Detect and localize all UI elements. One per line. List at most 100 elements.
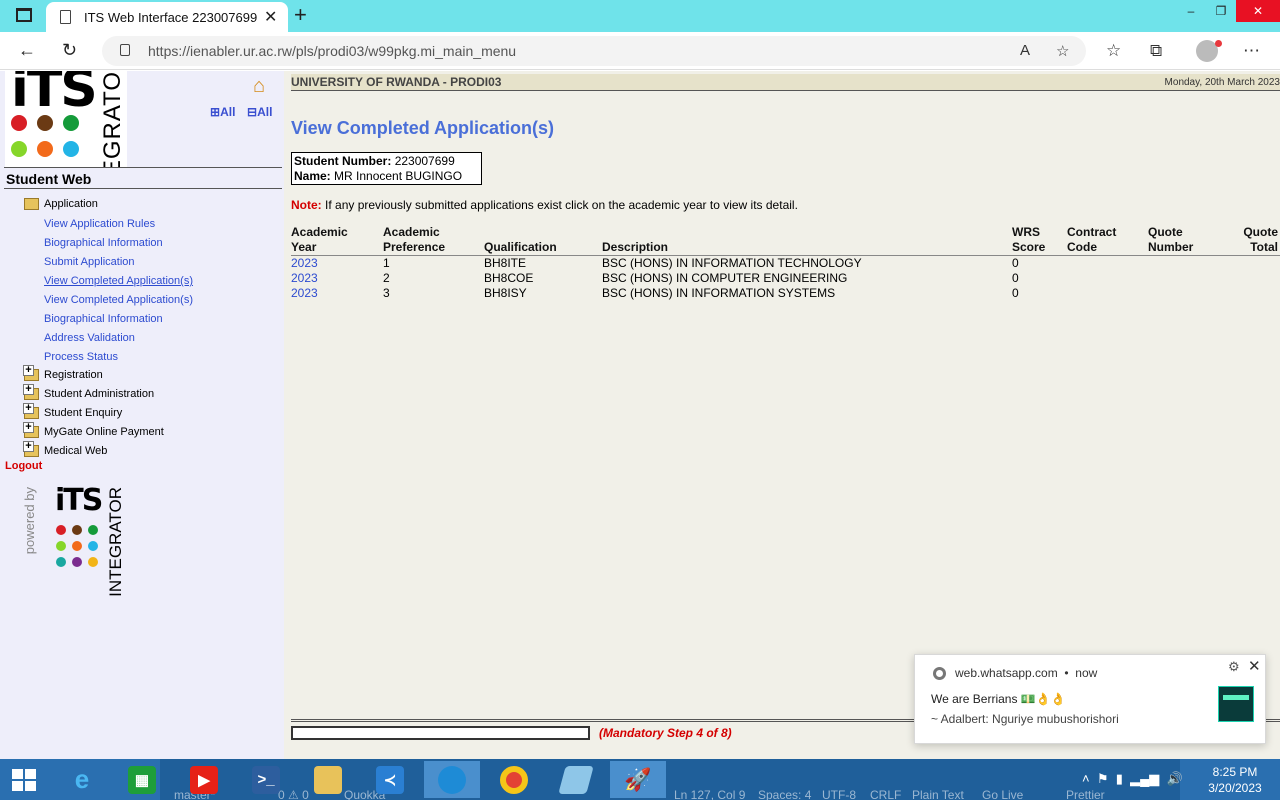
close-window-button[interactable]: ✕ <box>1236 0 1280 22</box>
collapse-all-button[interactable]: ⊟All <box>247 105 272 119</box>
col-description: Description <box>602 240 669 254</box>
powered-by-logo: powered by iTS INTEGRATOR <box>18 483 138 597</box>
minimize-button[interactable]: – <box>1176 0 1206 22</box>
menu-link-biographical-information-2[interactable]: Biographical Information <box>44 313 163 325</box>
col-academic-year: Academic Year <box>291 225 348 254</box>
collections-icon[interactable]: ⧉ <box>1150 41 1162 61</box>
header-date: Monday, 20th March 2023 <box>1164 77 1280 88</box>
closed-folder-icon <box>23 422 39 438</box>
youtube-icon[interactable]: ▶ <box>176 761 232 798</box>
restore-button[interactable]: ❐ <box>1206 0 1236 22</box>
browser-tab[interactable]: ITS Web Interface 223007699 ✕ <box>46 2 288 32</box>
system-tray[interactable]: ˄ ⚑ ▮ ▂▄▆ 🔊 <box>1082 771 1183 787</box>
col-quote-total: Quote Total <box>1243 225 1278 254</box>
edge-icon[interactable] <box>424 761 480 798</box>
taskbar-clock[interactable]: 8:25 PM 3/20/2023 <box>1200 764 1270 796</box>
closed-folder-icon <box>23 403 39 419</box>
menu-section-medical-web[interactable]: Medical Web <box>23 441 107 457</box>
menu-link-view-completed-applications-2[interactable]: View Completed Application(s) <box>44 294 193 306</box>
tab-title: ITS Web Interface 223007699 <box>84 10 258 25</box>
menu-link-view-application-rules[interactable]: View Application Rules <box>44 218 155 230</box>
closed-folder-icon <box>23 384 39 400</box>
favorites-icon[interactable]: ☆ <box>1106 41 1121 61</box>
store-icon[interactable]: ▦ <box>114 761 170 798</box>
mandatory-step-text: (Mandatory Step 4 of 8) <box>599 726 732 740</box>
add-favorite-icon[interactable]: ☆ <box>1056 42 1069 60</box>
address-bar[interactable]: https://ienabler.ur.ac.rw/pls/prodi03/w9… <box>102 36 1086 66</box>
menu-link-address-validation[interactable]: Address Validation <box>44 332 135 344</box>
academic-year-link[interactable]: 2023 <box>291 256 318 270</box>
col-wrs-score: WRS Score <box>1012 225 1046 254</box>
notification-title: We are Berrians 💵👌👌 <box>931 692 1066 706</box>
table-row: 2023 3 BH8ISY BSC (HONS) IN INFORMATION … <box>291 286 1019 300</box>
header-bar: UNIVERSITY OF RWANDA - PRODI03 Monday, 2… <box>291 74 1280 91</box>
menu-link-view-completed-applications[interactable]: View Completed Application(s) <box>44 275 193 287</box>
table-row: 2023 2 BH8COE BSC (HONS) IN COMPUTER ENG… <box>291 271 1019 285</box>
menu-section-application[interactable]: Application <box>24 198 98 210</box>
open-folder-icon <box>24 198 39 210</box>
col-qualification: Qualification <box>484 240 557 254</box>
university-title: UNIVERSITY OF RWANDA - PRODI03 <box>291 75 502 89</box>
sidebar: iTS INTEGRATO ⌂ ⊞All ⊟All Student Web Ap… <box>0 71 284 759</box>
whatsapp-notification[interactable]: web.whatsapp.com • now ⚙ ✕ We are Berria… <box>914 654 1266 744</box>
closed-folder-icon <box>23 365 39 381</box>
menu-section-student-enquiry[interactable]: Student Enquiry <box>23 403 122 419</box>
menu-link-process-status[interactable]: Process Status <box>44 351 118 363</box>
taskbar: master* 0 ⚠ 0 Quokka Ln 127, Col 9 Space… <box>0 759 1280 800</box>
expand-all-button[interactable]: ⊞All <box>210 105 235 119</box>
read-aloud-icon[interactable]: A <box>1020 42 1030 59</box>
notes-app-icon[interactable] <box>548 761 604 798</box>
page-favicon-icon <box>60 10 71 24</box>
tab-actions-icon[interactable] <box>16 8 32 22</box>
rocket-app-icon[interactable]: 🚀 <box>610 761 666 798</box>
close-tab-icon[interactable]: ✕ <box>264 7 277 27</box>
menu-section-student-administration[interactable]: Student Administration <box>23 384 154 400</box>
address-bar-row: ← ↻ https://ienabler.ur.ac.rw/pls/prodi0… <box>0 32 1280 70</box>
browser-icon <box>933 667 946 680</box>
col-quote-number: Quote Number <box>1148 225 1194 254</box>
page-title: View Completed Application(s) <box>291 118 555 138</box>
refresh-icon[interactable]: ↻ <box>62 40 77 61</box>
close-icon[interactable]: ✕ <box>1248 657 1261 675</box>
logo-vertical-text: INTEGRATO <box>99 71 126 167</box>
home-icon[interactable]: ⌂ <box>253 75 265 98</box>
powered-its-letters: iTS <box>55 483 103 518</box>
table-row: 2023 1 BH8ITE BSC (HONS) IN INFORMATION … <box>291 256 1019 270</box>
academic-year-link[interactable]: 2023 <box>291 286 318 300</box>
menu-link-biographical-information[interactable]: Biographical Information <box>44 237 163 249</box>
file-explorer-icon[interactable] <box>300 761 356 798</box>
notification-body: ~ Adalbert: Nguriye mubushorishori <box>931 712 1119 726</box>
notification-source: web.whatsapp.com • now <box>955 666 1098 680</box>
powered-integrator-text: INTEGRATOR <box>106 487 125 597</box>
internet-explorer-icon[interactable]: e <box>54 761 110 798</box>
notification-image <box>1218 686 1254 722</box>
menu-section-mygate-online-payment[interactable]: MyGate Online Payment <box>23 422 164 438</box>
browser-tab-bar: ITS Web Interface 223007699 ✕ + – ❐ ✕ <box>0 0 1280 32</box>
menu-link-submit-application[interactable]: Submit Application <box>44 256 135 268</box>
more-menu-icon[interactable]: ⋯ <box>1243 41 1260 61</box>
academic-year-link[interactable]: 2023 <box>291 271 318 285</box>
sidebar-title: Student Web <box>6 171 92 187</box>
new-tab-button[interactable]: + <box>294 2 307 28</box>
powered-by-text: powered by <box>22 487 37 555</box>
note-text: Note: If any previously submitted applic… <box>291 198 798 212</box>
back-arrow-icon[interactable]: ← <box>18 40 36 61</box>
its-integrator-logo: iTS INTEGRATO <box>5 71 127 167</box>
gear-icon[interactable]: ⚙ <box>1228 659 1240 675</box>
student-info-box: Student Number: 223007699 Name: MR Innoc… <box>291 152 482 185</box>
table-header: Academic Year Academic Preference Qualific… <box>291 224 1280 256</box>
student-number: 223007699 <box>394 154 455 168</box>
chrome-icon[interactable] <box>486 761 542 798</box>
menu-section-registration[interactable]: Registration <box>23 365 103 381</box>
closed-folder-icon <box>23 441 39 457</box>
url-text[interactable]: https://ienabler.ur.ac.rw/pls/prodi03/w9… <box>148 43 516 59</box>
logout-link[interactable]: Logout <box>5 460 42 472</box>
powershell-icon[interactable]: >_ <box>238 761 294 798</box>
col-contract-code: Contract Code <box>1067 225 1117 254</box>
logo-letters: iTS <box>11 71 98 119</box>
col-academic-preference: Academic Preference <box>383 225 446 254</box>
profile-avatar-icon[interactable] <box>1196 40 1222 62</box>
lock-icon[interactable] <box>120 44 130 56</box>
vscode-icon[interactable]: ≺ <box>362 761 418 798</box>
windows-start-icon[interactable] <box>12 769 36 791</box>
